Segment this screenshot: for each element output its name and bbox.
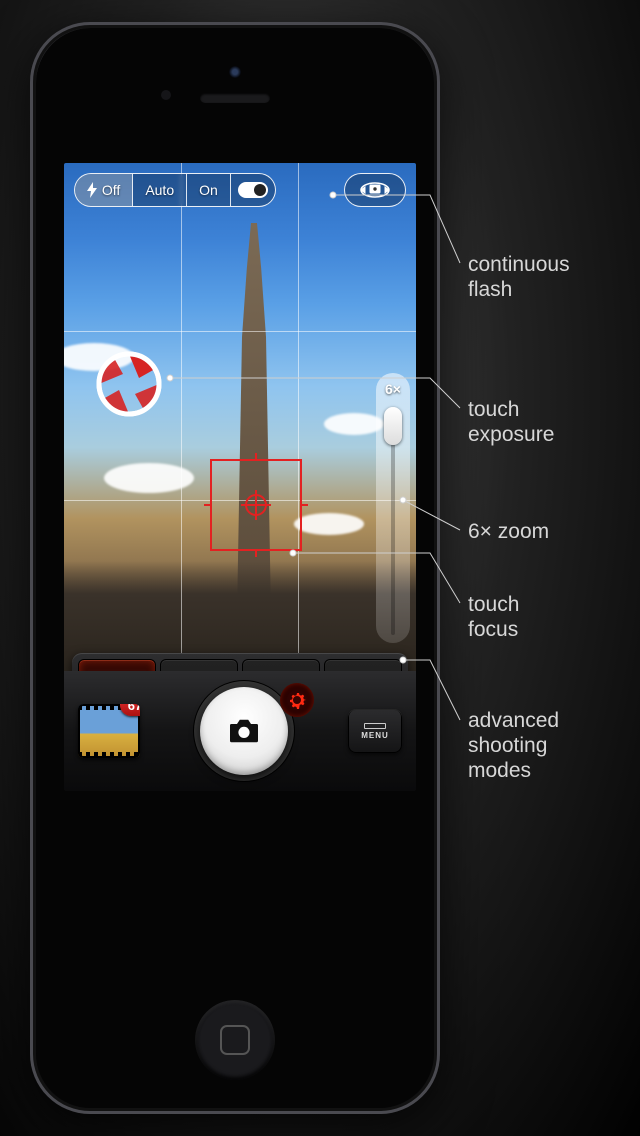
callout-focus: touch focus <box>468 592 519 642</box>
callout-flash: continuous flash <box>468 252 570 302</box>
callout-modes: advanced shooting modes <box>468 708 559 784</box>
callout-exposure: touch exposure <box>468 397 554 447</box>
callout-zoom: 6× zoom <box>468 519 549 544</box>
